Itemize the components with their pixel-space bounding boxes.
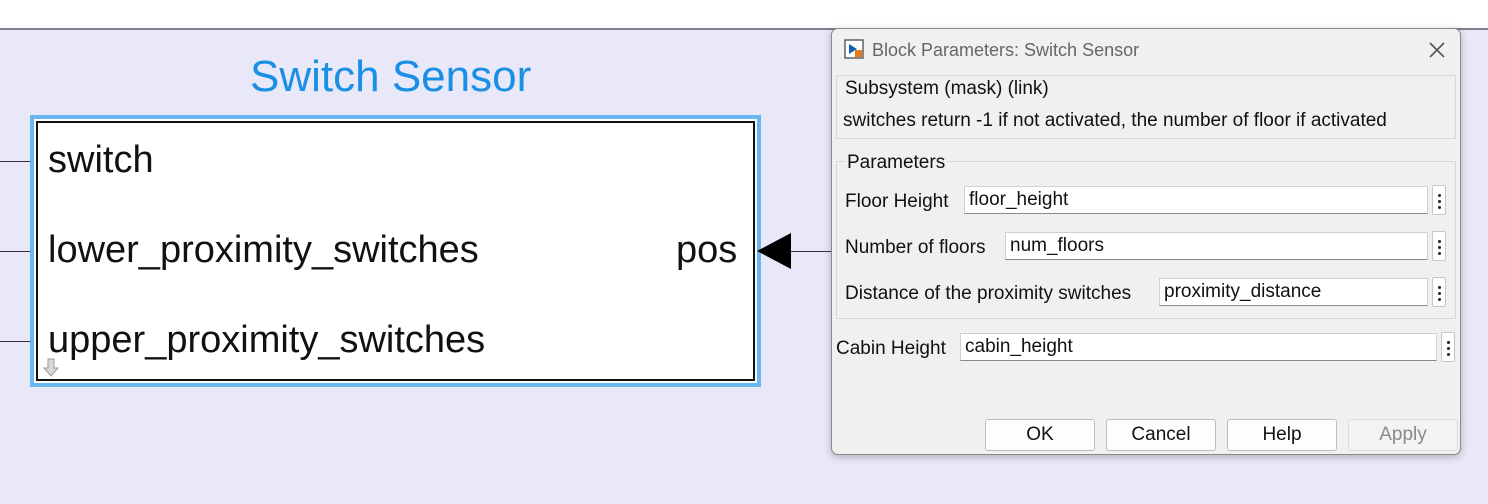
close-icon[interactable] <box>1426 39 1448 61</box>
subsystem-header: Subsystem (mask) (link) <box>845 78 1049 99</box>
cabin-height-field[interactable]: cabin_height <box>960 333 1437 361</box>
kebab-menu-icon[interactable] <box>1432 231 1446 261</box>
expand-down-arrow-icon[interactable] <box>42 358 60 378</box>
param-label-num-floors: Number of floors <box>845 237 986 258</box>
apply-button[interactable]: Apply <box>1348 419 1458 451</box>
dialog-titlebar[interactable]: Block Parameters: Switch Sensor <box>832 29 1460 71</box>
help-button[interactable]: Help <box>1227 419 1337 451</box>
kebab-menu-icon[interactable] <box>1432 277 1446 307</box>
block-parameters-dialog: Block Parameters: Switch Sensor Subsyste… <box>831 28 1461 455</box>
simulink-canvas: Switch Sensor switch lower_proximity_swi… <box>0 0 1488 504</box>
dialog-title: Block Parameters: Switch Sensor <box>872 40 1140 60</box>
param-label-cabin-height: Cabin Height <box>836 338 946 359</box>
ok-button[interactable]: OK <box>985 419 1095 451</box>
proximity-distance-field[interactable]: proximity_distance <box>1159 278 1428 306</box>
kebab-menu-icon[interactable] <box>1432 185 1446 215</box>
input-line-switch <box>0 161 34 162</box>
input-line-lower <box>0 251 34 252</box>
input-port-switch: switch <box>48 139 154 181</box>
block-title: Switch Sensor <box>250 52 532 101</box>
input-port-lower: lower_proximity_switches <box>48 229 479 271</box>
param-label-proximity-distance: Distance of the proximity switches <box>845 283 1132 304</box>
cancel-button[interactable]: Cancel <box>1106 419 1216 451</box>
description-text: switches return -1 if not activated, the… <box>843 110 1387 131</box>
output-port-pos: pos <box>676 229 738 271</box>
input-line-upper <box>0 341 34 342</box>
output-line <box>790 251 835 252</box>
simulink-block-icon <box>844 39 864 59</box>
num-floors-field[interactable]: num_floors <box>1005 232 1428 260</box>
output-arrow <box>757 233 791 269</box>
toolbar-strip <box>0 0 1488 30</box>
input-port-upper: upper_proximity_switches <box>48 319 486 361</box>
param-label-floor-height: Floor Height <box>845 191 949 212</box>
floor-height-field[interactable]: floor_height <box>964 186 1428 214</box>
kebab-menu-icon[interactable] <box>1441 332 1455 362</box>
parameters-header: Parameters <box>845 152 948 174</box>
